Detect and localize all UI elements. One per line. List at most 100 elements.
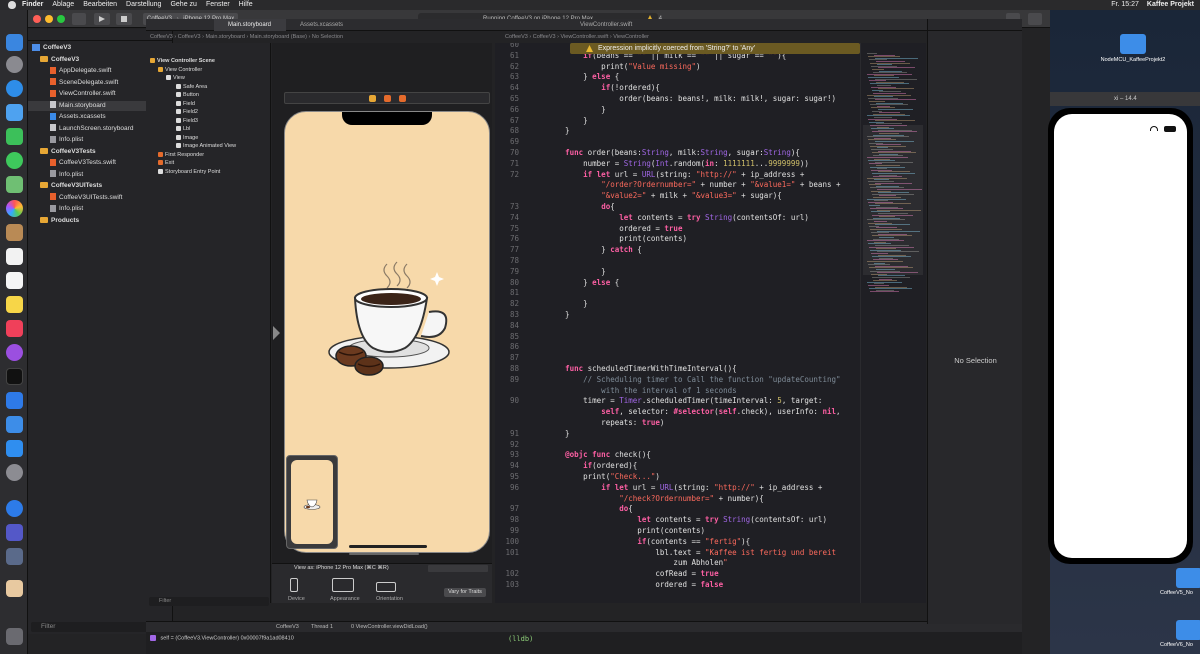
outline-item[interactable]: View Controller: [158, 66, 202, 74]
appearance-icon[interactable]: [332, 578, 354, 592]
code-line[interactable]: 64 if(!ordered){: [495, 82, 660, 93]
code-line[interactable]: 80 } else {: [495, 277, 619, 288]
menu-hilfe[interactable]: Hilfe: [239, 0, 253, 10]
outline-item[interactable]: Image: [176, 134, 198, 142]
desktop-item-label[interactable]: CoffeeV6_No: [1160, 642, 1200, 649]
code-line[interactable]: 91 }: [495, 428, 570, 439]
code-line[interactable]: 77 } catch {: [495, 244, 642, 255]
toggle-inspector-button[interactable]: [1028, 13, 1042, 25]
desktop-item-label[interactable]: NodeMCU_KaffeeProjekt2: [1098, 57, 1168, 64]
simulator-screen[interactable]: [1054, 114, 1187, 558]
code-line[interactable]: 72 if let url = URL(string: "http://" + …: [495, 169, 804, 180]
contacts-icon[interactable]: [6, 224, 23, 241]
code-line[interactable]: 69: [495, 136, 547, 147]
menu-fenster[interactable]: Fenster: [206, 0, 230, 10]
code-line[interactable]: 95 print("Check..."): [495, 471, 660, 482]
folder-icon[interactable]: [1120, 34, 1146, 54]
code-line[interactable]: with the interval of 1 seconds: [495, 385, 736, 396]
debug-crumb-app[interactable]: CoffeeV3: [276, 624, 299, 630]
music-icon[interactable]: [6, 320, 23, 337]
tab-main-storyboard[interactable]: Main.storyboard: [214, 19, 286, 31]
view-controller-icon[interactable]: [369, 95, 376, 102]
canvas-scrollbar[interactable]: [349, 553, 419, 555]
xcode-dock-icon[interactable]: [6, 416, 23, 433]
outline-item[interactable]: Field: [176, 100, 195, 108]
code-line[interactable]: 97 do{: [495, 503, 633, 514]
code-line[interactable]: 88 func scheduledTimerWithTimeInterval()…: [495, 363, 737, 374]
menu-darstellung[interactable]: Darstellung: [126, 0, 161, 10]
code-line[interactable]: 82 }: [495, 298, 588, 309]
podcasts-icon[interactable]: [6, 344, 23, 361]
code-line[interactable]: self, selector: #selector(self.check), u…: [495, 406, 840, 417]
code-line[interactable]: 76 print(contents): [495, 233, 687, 244]
trash-icon[interactable]: [6, 628, 23, 645]
outline-item[interactable]: Image Animated View: [176, 142, 236, 150]
toggle-navigator-button[interactable]: [72, 13, 86, 25]
jump-item[interactable]: CoffeeV3: [150, 34, 173, 40]
code-line[interactable]: 102 cofRead = true: [495, 568, 718, 579]
jump-item[interactable]: CoffeeV3: [533, 34, 556, 40]
code-line[interactable]: 65 order(beans: beans!, milk: milk!, sug…: [495, 93, 836, 104]
menu-bearbeiten[interactable]: Bearbeiten: [83, 0, 117, 10]
menu-ablage[interactable]: Ablage: [52, 0, 74, 10]
exit-icon[interactable]: [399, 95, 406, 102]
device-phone-icon[interactable]: [290, 578, 298, 592]
desktop-item-label[interactable]: CoffeeV5_No: [1160, 590, 1200, 597]
stop-button[interactable]: [116, 13, 132, 25]
code-line[interactable]: 86: [495, 341, 547, 352]
apple-icon[interactable]: [8, 1, 16, 9]
code-line[interactable]: zum Abholen": [495, 557, 727, 568]
first-responder-icon[interactable]: [384, 95, 391, 102]
system-preferences-icon[interactable]: [6, 464, 23, 481]
notes-icon[interactable]: [6, 296, 23, 313]
folder-icon[interactable]: [1176, 620, 1200, 640]
jump-item[interactable]: No Selection: [312, 34, 343, 40]
code-line[interactable]: 68 }: [495, 125, 570, 136]
entry-point-arrow[interactable]: [273, 326, 280, 340]
vary-for-traits-button[interactable]: Vary for Traits: [444, 588, 486, 597]
outline-item[interactable]: Field3: [176, 117, 198, 125]
run-button[interactable]: [94, 13, 110, 25]
reminders-icon[interactable]: [6, 272, 23, 289]
outline-item[interactable]: Safe Area: [176, 83, 207, 91]
code-line[interactable]: 83 }: [495, 309, 570, 320]
jump-item[interactable]: ViewController: [613, 34, 649, 40]
code-line[interactable]: 96 if let url = URL(string: "http://" + …: [495, 482, 822, 493]
coffee-cup-image[interactable]: [315, 252, 455, 382]
inline-warning[interactable]: Expression implicitly coerced from 'Stri…: [570, 43, 860, 54]
outline-item[interactable]: View: [166, 74, 185, 82]
code-line[interactable]: 70 func order(beans:String, milk:String,…: [495, 147, 800, 158]
code-line[interactable]: 79 }: [495, 266, 606, 277]
outline-filter[interactable]: Filter: [149, 597, 269, 606]
tv-icon[interactable]: [6, 368, 23, 385]
debug-crumb-frame[interactable]: 0 ViewController.viewDidLoad(): [351, 624, 428, 630]
storyboard-canvas[interactable]: [272, 43, 492, 563]
maps-icon[interactable]: [6, 176, 23, 193]
active-window-title[interactable]: Kaffee Projekt: [1147, 0, 1194, 10]
messages-icon[interactable]: [6, 152, 23, 169]
code-line[interactable]: 75 ordered = true: [495, 223, 683, 234]
jump-item[interactable]: Main.storyboard (Base): [250, 34, 307, 40]
zoom-controls[interactable]: [428, 565, 488, 572]
outline-item[interactable]: Storyboard Entry Point: [158, 168, 220, 176]
launchpad-icon[interactable]: [6, 56, 23, 73]
finder-icon[interactable]: [6, 34, 23, 51]
code-jump-bar[interactable]: CoffeeV3 › CoffeeV3 › ViewController.swi…: [505, 32, 935, 43]
minimap-viewport[interactable]: [863, 125, 923, 275]
code-line[interactable]: 101 lbl.text = "Kaffee ist fertig und be…: [495, 547, 836, 558]
code-line[interactable]: 73 do{: [495, 201, 615, 212]
jump-item[interactable]: CoffeeV3: [505, 34, 528, 40]
code-line[interactable]: 62 print("Value missing"): [495, 61, 701, 72]
code-line[interactable]: "&value2=" + milk + "&value3=" + sugar){: [495, 190, 782, 201]
code-line[interactable]: 94 if(ordered){: [495, 460, 637, 471]
code-line[interactable]: 89 // Scheduling timer to Call the funct…: [495, 374, 841, 385]
jump-item[interactable]: CoffeeV3: [178, 34, 201, 40]
scene-dock[interactable]: [284, 92, 490, 104]
code-line[interactable]: "/order?Ordernumber=" + number + "&value…: [495, 179, 840, 190]
code-minimap[interactable]: [860, 43, 926, 603]
source-editor[interactable]: 60 print(sugar!)61 if(beans == "" || mil…: [495, 43, 860, 603]
tab-viewcontroller-swift[interactable]: ViewController.swift: [566, 19, 656, 31]
photos-icon[interactable]: [6, 200, 23, 217]
code-line[interactable]: 99 print(contents): [495, 525, 705, 536]
calendar-icon[interactable]: [6, 248, 23, 265]
